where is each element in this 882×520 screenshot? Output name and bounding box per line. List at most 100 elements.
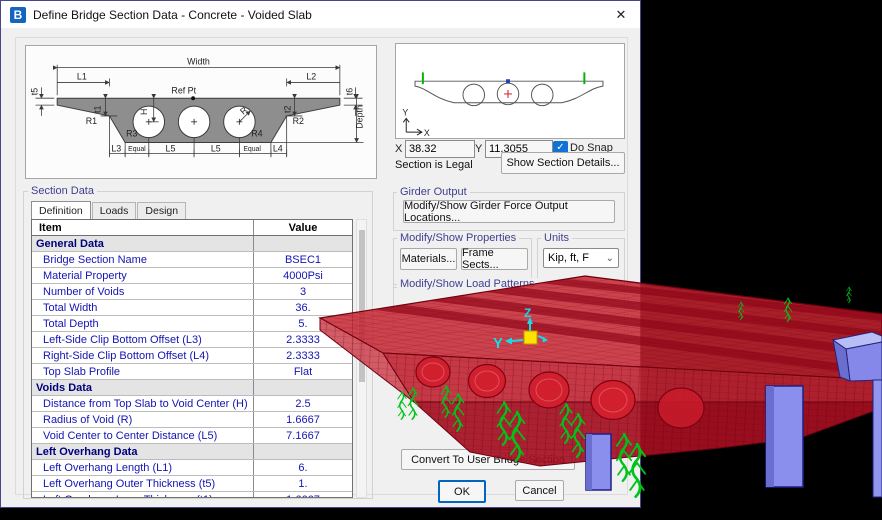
dim-depth-label: Depth (355, 105, 365, 129)
frame-sects-button[interactable]: Frame Sects... (461, 248, 528, 270)
table-row[interactable]: Radius of Void (R)1.6667 (32, 412, 352, 428)
window-title: Define Bridge Section Data - Concrete - … (33, 8, 312, 22)
dim-l5b-label: L5 (211, 143, 221, 153)
table-row[interactable]: Left-Side Clip Bottom Offset (L3)2.3333 (32, 332, 352, 348)
tab-loads[interactable]: Loads (92, 202, 137, 219)
pier-column-far (766, 386, 803, 487)
item-cell: Total Width (32, 300, 254, 315)
table-row[interactable]: Distance from Top Slab to Void Center (H… (32, 396, 352, 412)
table-row[interactable]: Number of Voids3 (32, 284, 352, 300)
value-cell[interactable]: 2.5 (254, 396, 352, 411)
table-row[interactable]: Right-Side Clip Bottom Offset (L4)2.3333 (32, 348, 352, 364)
dim-t1-label: t1 (93, 106, 103, 113)
item-cell: Radius of Void (R) (32, 412, 254, 427)
section-data-legend: Section Data (28, 185, 97, 197)
convert-to-user-bridge-section-button[interactable]: Convert To User Bridge Section (401, 449, 575, 470)
item-cell: Voids Data (32, 380, 254, 395)
tab-definition[interactable]: Definition (31, 201, 91, 219)
table-header-row: Item Value (32, 220, 352, 236)
table-section-row[interactable]: General Data (32, 236, 352, 252)
preview-cursor-cross (504, 90, 512, 98)
value-cell[interactable] (254, 444, 352, 459)
value-cell[interactable]: 4000Psi (254, 268, 352, 283)
section-table-body: General DataBridge Section NameBSEC1Mate… (32, 236, 352, 498)
convert-button-label: Convert To User Bridge Section (411, 454, 565, 466)
screen: { "window": { "title": "Define Bridge Se… (0, 0, 882, 520)
value-cell[interactable]: 36. (254, 300, 352, 315)
x-coordinate-field[interactable]: 38.32 (405, 140, 475, 158)
scrollbar-thumb[interactable] (359, 230, 365, 382)
show-section-details-button[interactable]: Show Section Details... (501, 152, 625, 174)
corner-r2-label: R2 (293, 116, 304, 126)
item-cell: Left Overhang Data (32, 444, 254, 459)
value-cell[interactable]: 7.1667 (254, 428, 352, 443)
section-preview-box[interactable]: Y X (395, 43, 625, 139)
item-cell: Right-Side Clip Bottom Offset (L4) (32, 348, 254, 363)
value-cell[interactable]: Flat (254, 364, 352, 379)
dim-l3-label: L3 (111, 143, 121, 153)
value-cell[interactable]: 1. (254, 476, 352, 491)
value-cell[interactable]: 1.6667 (254, 492, 352, 498)
value-cell[interactable]: 2.3333 (254, 348, 352, 363)
pier-cap (833, 332, 882, 381)
dim-h-label: H (139, 109, 149, 115)
item-cell: Top Slab Profile (32, 364, 254, 379)
value-cell[interactable]: 5. (254, 316, 352, 331)
materials-button[interactable]: Materials... (400, 248, 457, 270)
table-row[interactable]: Left Overhang Length (L1)6. (32, 460, 352, 476)
item-cell: Left Overhang Length (L1) (32, 460, 254, 475)
ref-pt-label: Ref Pt (171, 85, 196, 95)
cancel-button[interactable]: Cancel (515, 480, 564, 501)
load-patterns-groupbox (393, 284, 625, 333)
preview-legal-ticks (423, 72, 584, 84)
value-cell[interactable]: 2.3333 (254, 332, 352, 347)
item-cell: General Data (32, 236, 254, 251)
preview-axis-x-label: X (424, 128, 430, 136)
cross-section-diagram: Width L1 L2 Ref Pt t5 t6 t1 t2 R1 R2 R3 … (26, 46, 374, 176)
column-header-value: Value (254, 220, 352, 235)
frame-sects-label: Frame Sects... (462, 247, 527, 271)
dim-t5-label: t5 (29, 88, 39, 95)
table-row[interactable]: Left Overhang Outer Thickness (t5)1. (32, 476, 352, 492)
dim-l4-label: L4 (273, 143, 283, 153)
table-row[interactable]: Top Slab ProfileFlat (32, 364, 352, 380)
ok-button[interactable]: OK (438, 480, 486, 503)
item-cell: Left-Side Clip Bottom Offset (L3) (32, 332, 254, 347)
tab-design[interactable]: Design (137, 202, 186, 219)
table-row[interactable]: Bridge Section NameBSEC1 (32, 252, 352, 268)
table-row[interactable]: Void Center to Center Distance (L5)7.166… (32, 428, 352, 444)
girder-force-output-button[interactable]: Modify/Show Girder Force Output Location… (403, 200, 615, 223)
x-coordinate-value: 38.32 (409, 143, 437, 155)
units-dropdown[interactable]: Kip, ft, F ⌄ (543, 248, 619, 268)
table-row[interactable]: Total Depth5. (32, 316, 352, 332)
item-cell: Number of Voids (32, 284, 254, 299)
app-icon: B (10, 7, 26, 23)
units-legend: Units (541, 232, 572, 244)
cancel-label: Cancel (522, 485, 556, 497)
girder-force-output-label: Modify/Show Girder Force Output Location… (404, 200, 614, 224)
value-cell[interactable] (254, 380, 352, 395)
value-cell[interactable]: 3 (254, 284, 352, 299)
table-scrollbar[interactable] (356, 219, 367, 498)
section-preview-drawing: Y X (396, 44, 622, 136)
table-section-row[interactable]: Left Overhang Data (32, 444, 352, 460)
close-icon[interactable]: ✕ (612, 6, 630, 24)
show-section-details-label: Show Section Details... (506, 157, 619, 169)
table-row[interactable]: Material Property4000Psi (32, 268, 352, 284)
title-bar[interactable]: B Define Bridge Section Data - Concrete … (1, 1, 640, 28)
ref-point-dot (191, 96, 195, 100)
value-cell[interactable] (254, 236, 352, 251)
table-row[interactable]: Total Width36. (32, 300, 352, 316)
dim-t6-label: t6 (345, 88, 355, 95)
preview-axis-icon (403, 118, 422, 135)
y-coordinate-label: Y (475, 143, 482, 155)
table-section-row[interactable]: Voids Data (32, 380, 352, 396)
value-cell[interactable]: 1.6667 (254, 412, 352, 427)
corner-r3-label: R3 (126, 129, 137, 139)
item-cell: Bridge Section Name (32, 252, 254, 267)
chevron-down-icon: ⌄ (606, 253, 614, 264)
table-row[interactable]: Left Overhang Inner Thickness (t1)1.6667 (32, 492, 352, 498)
corner-r4-label: R4 (251, 129, 262, 139)
value-cell[interactable]: 6. (254, 460, 352, 475)
value-cell[interactable]: BSEC1 (254, 252, 352, 267)
